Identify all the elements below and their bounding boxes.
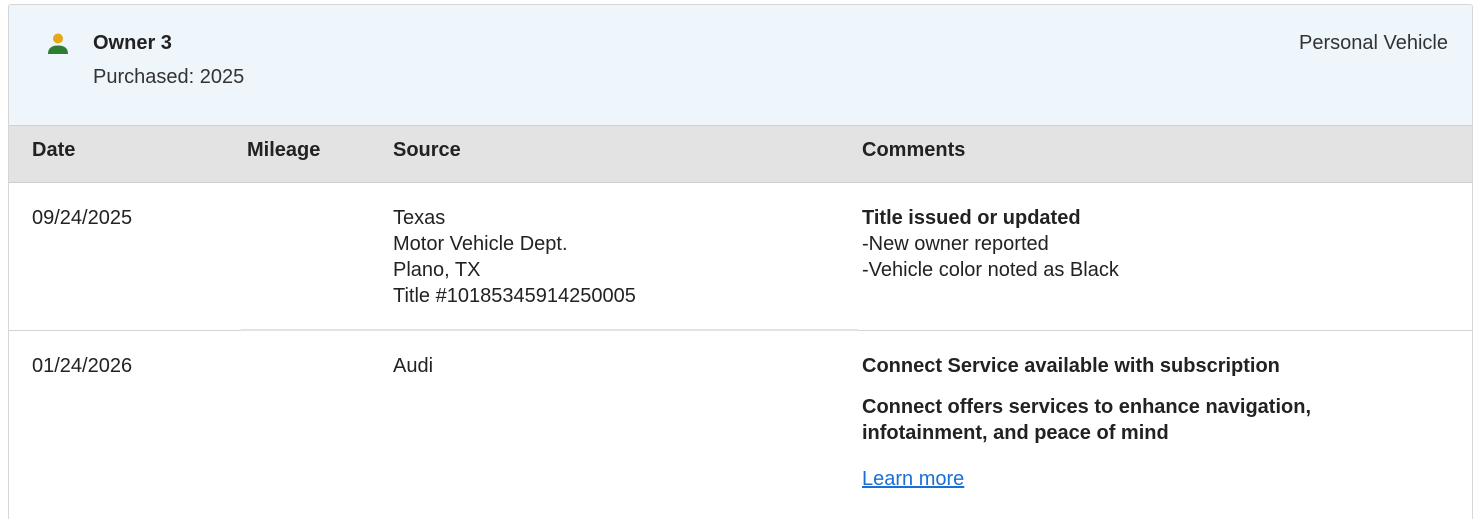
row-date: 01/24/2026	[32, 355, 133, 377]
table-row: 01/24/2026 Audi Connect Service availabl…	[9, 331, 1472, 519]
row-source: Audi	[393, 353, 433, 379]
row-date: 09/24/2025	[32, 207, 133, 229]
owner-history-card: Owner 3 Purchased: 2025 Personal Vehicle…	[8, 4, 1473, 519]
column-header-mileage: Mileage	[247, 139, 321, 161]
comment-title: Title issued or updated	[862, 207, 1081, 229]
column-header-source: Source	[393, 139, 461, 161]
comment-paragraph: Connect Service available with subscript…	[862, 355, 1280, 377]
table-row: 09/24/2025 Texas Motor Vehicle Dept. Pla…	[9, 183, 1472, 331]
comment-item: New owner reported	[862, 231, 1422, 257]
row-source: Texas Motor Vehicle Dept. Plano, TX Titl…	[393, 205, 636, 309]
row-comments: Title issued or updated New owner report…	[862, 205, 1422, 283]
vehicle-usage-type: Personal Vehicle	[1299, 32, 1448, 54]
source-line: Title #10185345914250005	[393, 285, 636, 307]
source-line: Plano, TX	[393, 259, 481, 281]
source-line: Audi	[393, 355, 434, 377]
source-line: Texas	[393, 207, 446, 229]
owner-header: Owner 3 Purchased: 2025 Personal Vehicle	[9, 5, 1472, 126]
column-header-date: Date	[32, 139, 76, 161]
row-comments: Connect Service available with subscript…	[862, 353, 1422, 492]
learn-more-link[interactable]: Learn more	[862, 466, 1422, 492]
owner-purchased-year: Purchased: 2025	[93, 66, 245, 88]
table-header: Date Mileage Source Comments	[9, 126, 1472, 183]
owner-title: Owner 3	[93, 32, 172, 54]
comment-item: Vehicle color noted as Black	[862, 257, 1422, 283]
source-line: Motor Vehicle Dept.	[393, 233, 568, 255]
person-icon	[48, 33, 68, 54]
column-header-comments: Comments	[862, 139, 966, 161]
comment-paragraph: Connect offers services to enhance navig…	[862, 396, 1312, 444]
